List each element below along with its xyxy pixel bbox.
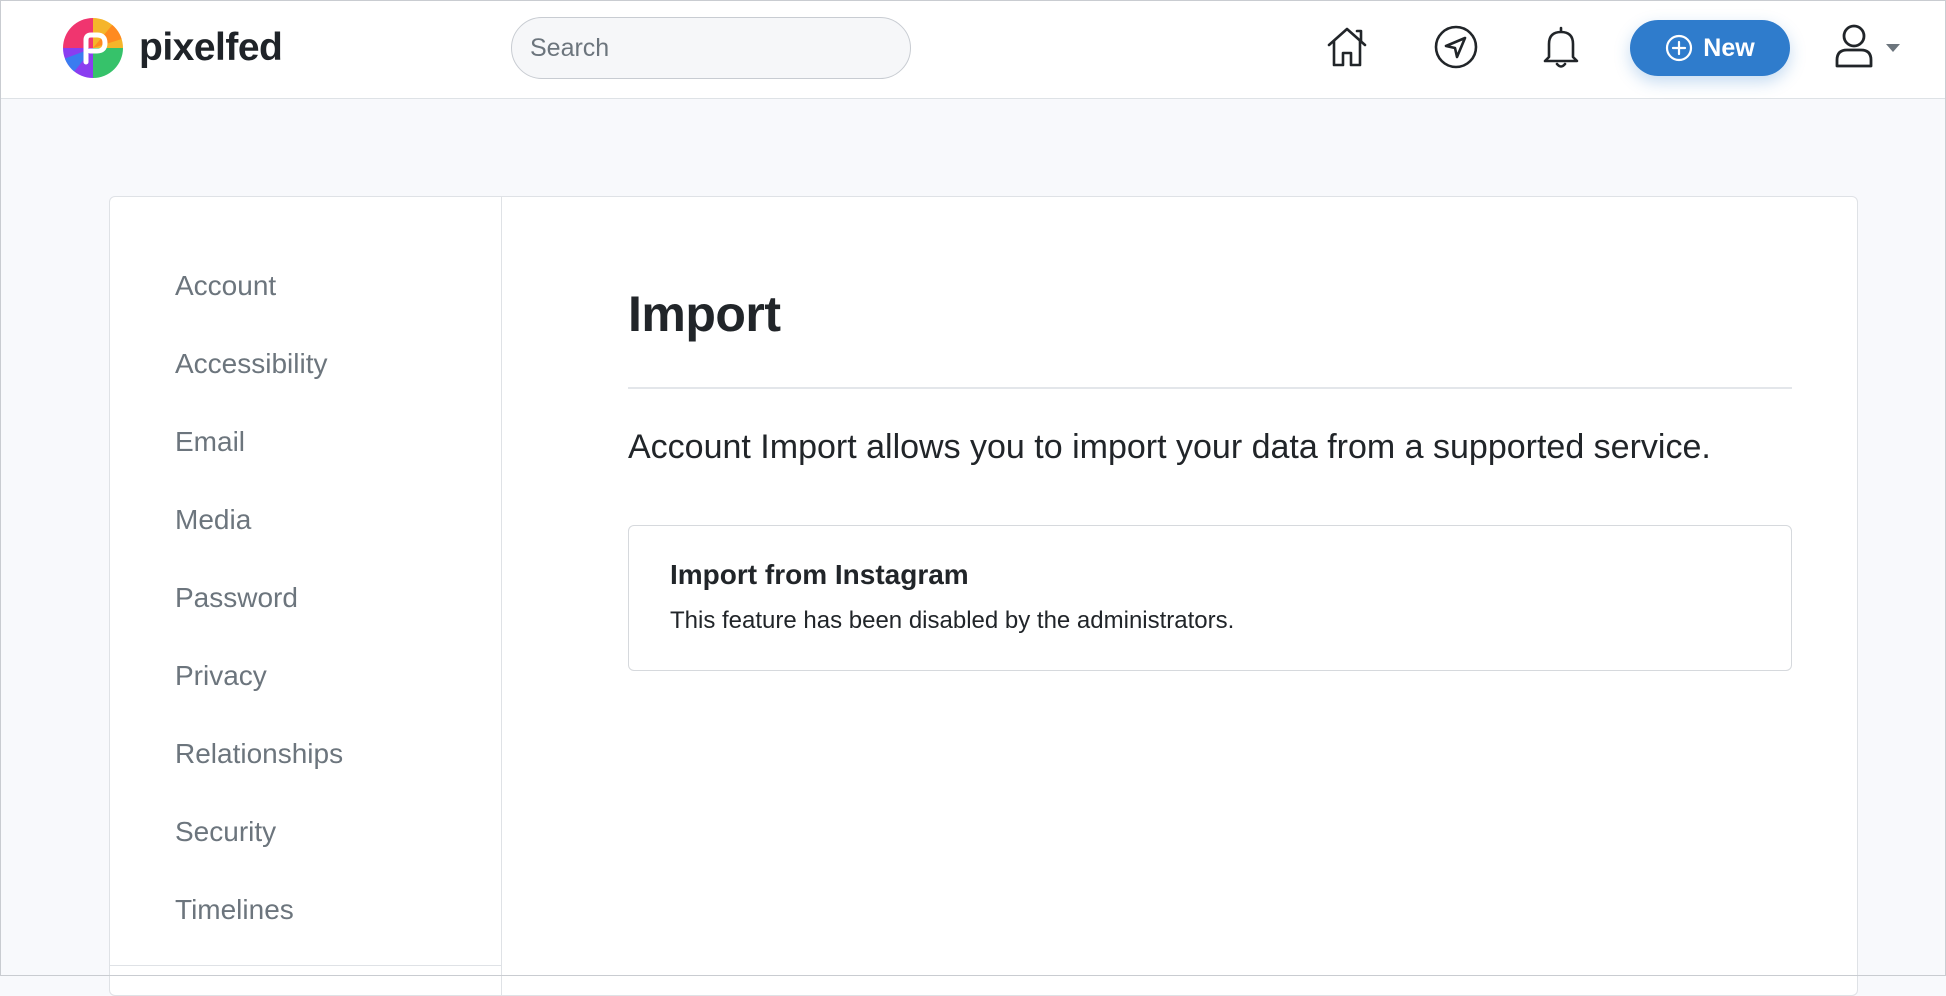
top-navbar: pixelfed New	[0, 0, 1946, 99]
settings-sidebar: Account Accessibility Email Media Passwo…	[110, 197, 502, 995]
new-button-label: New	[1703, 33, 1755, 62]
bell-icon[interactable]	[1536, 22, 1586, 72]
search-input[interactable]	[511, 17, 911, 79]
new-post-button[interactable]: New	[1630, 20, 1790, 76]
sidebar-item-privacy[interactable]: Privacy	[175, 637, 343, 715]
plus-circle-icon	[1665, 34, 1693, 62]
page-description: Account Import allows you to import your…	[628, 428, 1711, 466]
import-card-title: Import from Instagram	[670, 559, 969, 590]
import-card-message: This feature has been disabled by the ad…	[670, 606, 1235, 634]
instagram-import-card: Import from Instagram This feature has b…	[628, 525, 1792, 671]
explore-compass-icon[interactable]	[1431, 22, 1481, 72]
sidebar-item-media[interactable]: Media	[175, 481, 343, 559]
sidebar-item-timelines[interactable]: Timelines	[175, 871, 343, 949]
sidebar-divider	[110, 965, 501, 966]
sidebar-item-password[interactable]: Password	[175, 559, 343, 637]
settings-card: Account Accessibility Email Media Passwo…	[109, 196, 1858, 996]
brand-link[interactable]: pixelfed	[63, 18, 283, 78]
caret-down-icon	[1886, 44, 1900, 52]
title-divider	[628, 387, 1792, 389]
sidebar-item-security[interactable]: Security	[175, 793, 343, 871]
user-icon	[1832, 22, 1876, 75]
user-menu-toggle[interactable]	[1832, 22, 1904, 74]
home-icon[interactable]	[1322, 22, 1372, 72]
settings-nav-list: Account Accessibility Email Media Passwo…	[175, 247, 343, 949]
sidebar-item-email[interactable]: Email	[175, 403, 343, 481]
brand-name: pixelfed	[139, 26, 283, 69]
sidebar-item-account[interactable]: Account	[175, 247, 343, 325]
pixelfed-logo-icon	[63, 18, 123, 78]
page-title: Import	[628, 286, 781, 342]
sidebar-item-accessibility[interactable]: Accessibility	[175, 325, 343, 403]
sidebar-item-relationships[interactable]: Relationships	[175, 715, 343, 793]
